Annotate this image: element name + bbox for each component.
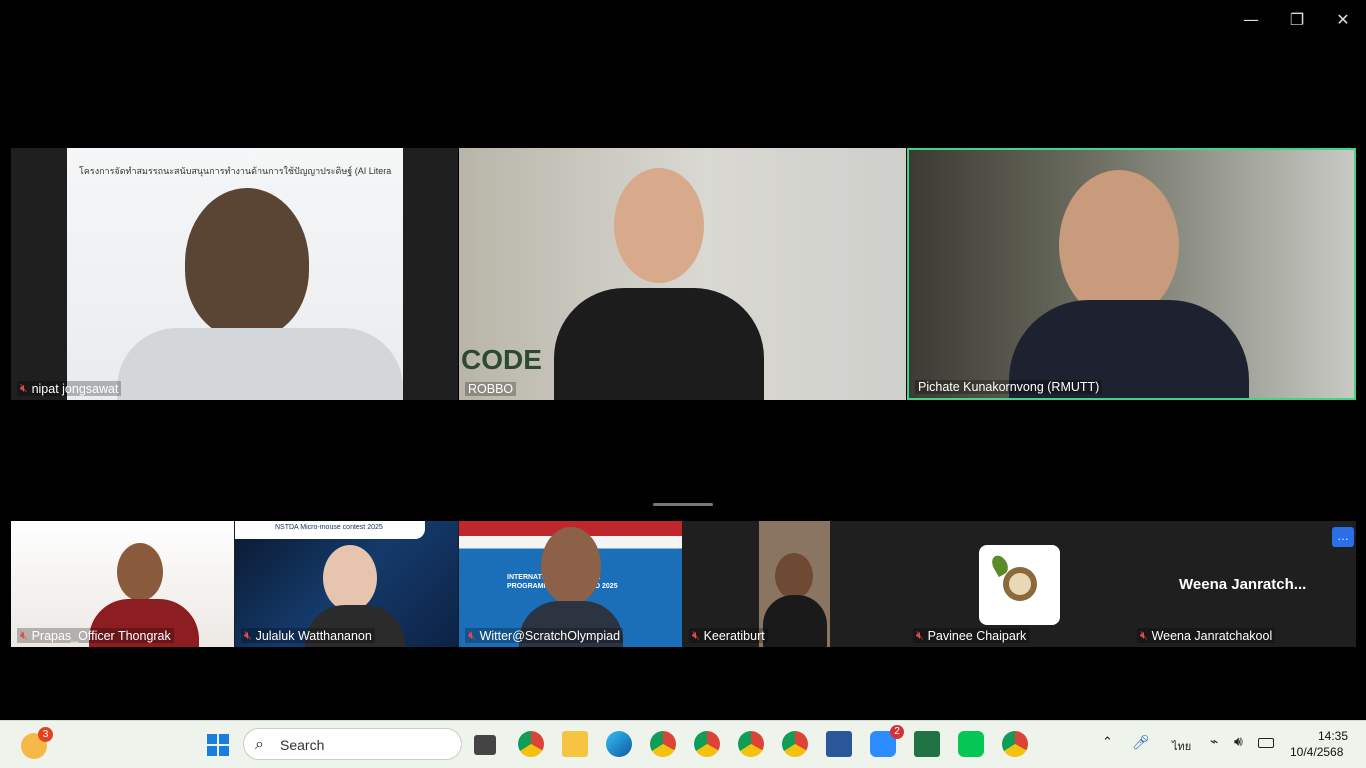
- participant-tile-pichate[interactable]: Pichate Kunakornvong (RMUTT): [907, 148, 1356, 400]
- wifi-icon[interactable]: ⌁: [1210, 734, 1218, 750]
- person-silhouette: [185, 188, 309, 338]
- microphone-icon[interactable]: 🎤︎: [1132, 735, 1150, 751]
- chrome-profile-icon[interactable]: [782, 731, 808, 757]
- strip-tile-keeratiburt[interactable]: 🔇︎ Keeratiburt: [683, 521, 906, 647]
- participant-name: 🔇︎ Julaluk Watthananon: [241, 628, 375, 643]
- participant-tile-robbo[interactable]: CODE ROBBO: [459, 148, 906, 400]
- word-icon[interactable]: [826, 731, 852, 757]
- participant-name: 🔇︎ Witter@ScratchOlympiad: [465, 628, 624, 643]
- zoom-icon[interactable]: 2: [870, 725, 904, 757]
- task-view-icon[interactable]: [474, 735, 496, 755]
- zoom-badge: 2: [890, 725, 904, 739]
- restore-icon[interactable]: ❐: [1282, 8, 1312, 32]
- strip-tile-pavinee[interactable]: 🔇︎ Pavinee Chaipark: [907, 521, 1130, 647]
- excel-icon[interactable]: [914, 731, 940, 757]
- participant-video: โครงการจัดทำสมรรถนะสนับสนุนการทำงานด้านก…: [67, 148, 403, 400]
- search-icon: ⌕: [255, 734, 264, 753]
- chrome-profile-icon[interactable]: [694, 731, 720, 757]
- participant-name: 🔇︎ Pavinee Chaipark: [913, 628, 1030, 643]
- muted-mic-icon: 🔇︎: [468, 628, 476, 642]
- muted-mic-icon: 🔇︎: [916, 628, 924, 642]
- muted-mic-icon: 🔇︎: [20, 628, 28, 642]
- search-placeholder: Search: [280, 737, 325, 753]
- close-icon[interactable]: ✕: [1328, 8, 1358, 32]
- strip-tile-prapas[interactable]: 🔇︎ Prapas_Officer Thongrak: [11, 521, 234, 647]
- muted-mic-icon: 🔇︎: [20, 381, 28, 395]
- participant-name: 🔇︎ Keeratiburt: [689, 628, 768, 643]
- start-icon[interactable]: [207, 734, 229, 756]
- muted-mic-icon: 🔇︎: [244, 628, 252, 642]
- person-silhouette: [614, 168, 704, 283]
- participant-name: 🔇︎ nipat jongsawat: [17, 381, 122, 396]
- taskbar: 3 2 ⌃ 🎤︎ ไทย ⌁ 🔊︎ 14:35 10/4/2568: [0, 720, 1366, 768]
- muted-mic-icon: 🔇︎: [1140, 628, 1148, 642]
- more-options-icon[interactable]: …: [1332, 527, 1354, 547]
- weather-badge: 3: [38, 727, 53, 742]
- participant-name: 🔇︎ Prapas_Officer Thongrak: [17, 628, 174, 643]
- participant-name: 🔇︎ Weena Janratchakool: [1137, 628, 1276, 643]
- participant-name: ROBBO: [465, 382, 517, 396]
- search-input[interactable]: ⌕ Search: [243, 728, 462, 760]
- file-explorer-icon[interactable]: [562, 731, 588, 757]
- weather-icon[interactable]: 3: [21, 727, 53, 759]
- background-text: CODE: [461, 344, 542, 375]
- snail-logo-icon: [1003, 567, 1037, 601]
- chrome-profile-icon[interactable]: [650, 731, 676, 757]
- strip-tile-julaluk[interactable]: NSTDA Micro-mouse contest 2025 🔇︎ Julaluk…: [235, 521, 458, 647]
- battery-icon[interactable]: [1258, 738, 1274, 748]
- edge-icon[interactable]: [606, 731, 632, 757]
- clock-time[interactable]: 14:35: [1318, 729, 1348, 743]
- strip-tile-witter[interactable]: INTERNATIONAL CREATIVE PROGRAMMING OLYMP…: [459, 521, 682, 647]
- clock-date[interactable]: 10/4/2568: [1290, 745, 1343, 759]
- participant-tile-nipat[interactable]: โครงการจัดทำสมรรถนะสนับสนุนการทำงานด้านก…: [11, 148, 458, 400]
- volume-icon[interactable]: 🔊︎: [1234, 734, 1243, 750]
- chrome-icon[interactable]: [518, 731, 544, 757]
- profile-picture: [979, 545, 1060, 625]
- display-name-placeholder: Weena Janratch...: [1179, 576, 1307, 593]
- slide-title: NSTDA Micro-mouse contest 2025: [275, 524, 383, 531]
- chrome-profile-icon[interactable]: [738, 731, 764, 757]
- strip-tile-weena[interactable]: Weena Janratch... … 🔇︎ Weena Janratchakoo…: [1131, 521, 1356, 647]
- minimize-icon[interactable]: —: [1236, 8, 1266, 32]
- resize-handle[interactable]: [653, 503, 713, 506]
- chrome-profile-icon[interactable]: [1002, 731, 1028, 757]
- line-icon[interactable]: [958, 731, 984, 757]
- muted-mic-icon: 🔇︎: [692, 628, 700, 642]
- participant-name: Pichate Kunakornvong (RMUTT): [915, 380, 1103, 394]
- chevron-up-icon[interactable]: ⌃: [1102, 735, 1113, 750]
- language-indicator[interactable]: ไทย: [1172, 737, 1191, 755]
- person-silhouette: [1059, 170, 1179, 320]
- slide-title: โครงการจัดทำสมรรถนะสนับสนุนการทำงานด้านก…: [79, 166, 392, 176]
